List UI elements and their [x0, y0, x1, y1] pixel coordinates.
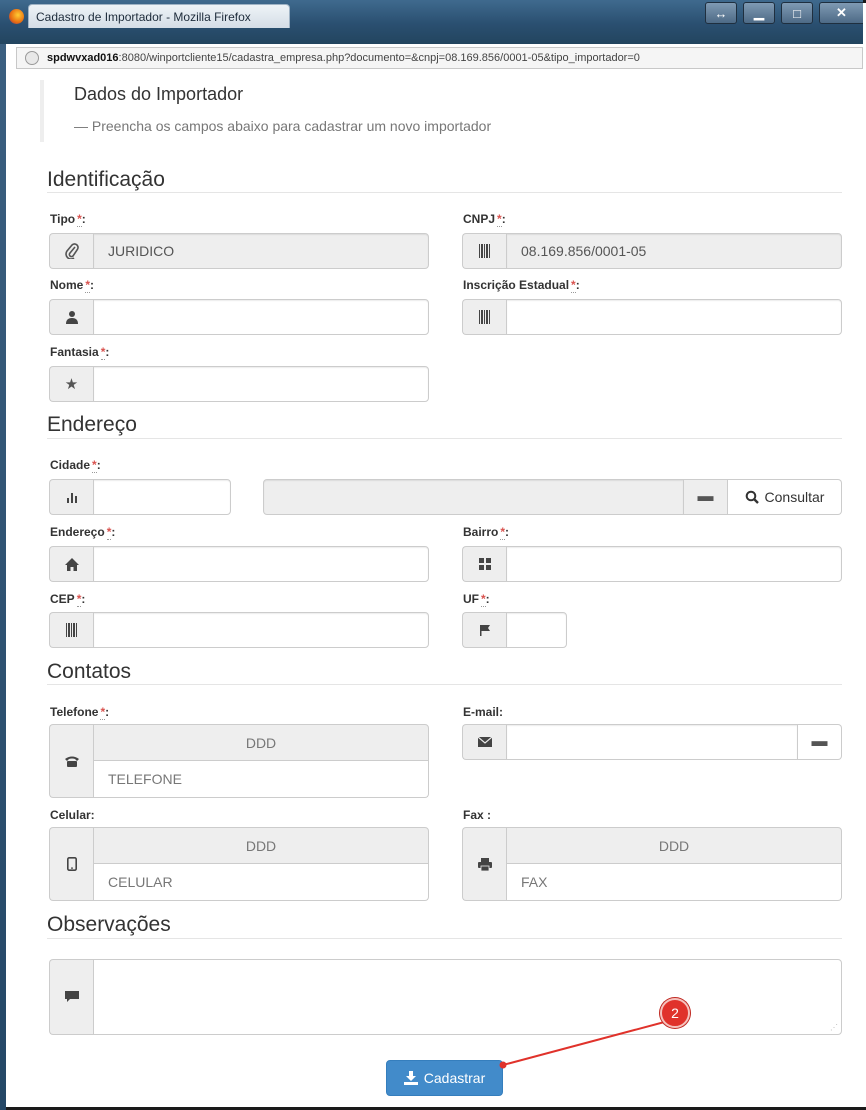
nome-group — [49, 299, 429, 335]
inscricao-group — [462, 299, 842, 335]
label-fantasia: Fantasia *: — [50, 345, 110, 360]
telefone-group: DDD TELEFONE — [49, 724, 429, 798]
comment-icon — [49, 959, 93, 1035]
barcode-icon — [462, 299, 506, 335]
search-icon — [745, 490, 759, 504]
url-host: spdwvxad016 — [47, 52, 119, 64]
divider — [47, 438, 842, 439]
minus-icon[interactable]: ▬ — [798, 724, 842, 760]
divider — [47, 192, 842, 193]
tipo-input[interactable]: JURIDICO — [93, 233, 429, 269]
endereco-input[interactable] — [93, 546, 429, 582]
globe-icon — [25, 51, 39, 65]
observacoes-textarea[interactable]: ⋰ — [93, 959, 842, 1035]
window-title: Cadastro de Importador - Mozilla Firefox — [36, 10, 251, 24]
annotation-badge: 2 — [660, 998, 690, 1028]
cnpj-input[interactable]: 08.169.856/0001-05 — [506, 233, 842, 269]
cadastrar-label: Cadastrar — [423, 1070, 486, 1086]
email-input[interactable] — [506, 724, 798, 760]
url-path: :8080/winportcliente15/cadastra_empresa.… — [118, 52, 640, 64]
consultar-label: Consultar — [764, 489, 825, 505]
url-bar[interactable]: spdwvxad016:8080/winportcliente15/cadast… — [16, 47, 863, 69]
uf-group — [462, 612, 567, 648]
label-nome: Nome *: — [50, 278, 95, 293]
phone-icon — [49, 724, 93, 798]
bairro-group — [462, 546, 842, 582]
label-uf: UF *: — [463, 592, 490, 607]
nome-input[interactable] — [93, 299, 429, 335]
envelope-icon — [462, 724, 506, 760]
resize-grip-icon[interactable]: ⋰ — [830, 1023, 838, 1032]
page-title: Dados do Importador — [74, 84, 244, 104]
celular-ddd-input[interactable]: DDD — [93, 827, 429, 864]
flag-icon — [462, 612, 506, 648]
printer-icon — [462, 827, 506, 901]
label-inscricao: Inscrição Estadual *: — [463, 278, 580, 293]
close-button[interactable]: ✕ — [819, 2, 863, 24]
cnpj-group: 08.169.856/0001-05 — [462, 233, 842, 269]
label-fax: Fax : — [463, 808, 492, 822]
fantasia-input[interactable] — [93, 366, 429, 402]
left-edge — [0, 44, 6, 1110]
celular-group: DDD CELULAR — [49, 827, 429, 901]
fax-input[interactable]: FAX — [506, 864, 842, 901]
celular-input[interactable]: CELULAR — [93, 864, 429, 901]
section-identificacao: Identificação — [47, 168, 165, 191]
divider — [47, 684, 842, 685]
minus-icon[interactable]: ▬ — [684, 479, 728, 515]
grid-icon — [462, 546, 506, 582]
mobile-icon — [49, 827, 93, 901]
cep-input[interactable] — [93, 612, 429, 648]
fax-ddd-input[interactable]: DDD — [506, 827, 842, 864]
label-bairro: Bairro *: — [463, 525, 510, 540]
label-cidade: Cidade *: — [50, 458, 101, 473]
cidade-name-input[interactable] — [263, 479, 684, 515]
barcode-icon — [49, 612, 93, 648]
label-telefone: Telefone *: — [50, 705, 110, 720]
section-observacoes: Observações — [47, 913, 171, 936]
divider — [47, 938, 842, 939]
observacoes-group: ⋰ — [49, 959, 842, 1035]
cep-group — [49, 612, 429, 648]
email-group: ▬ — [462, 724, 842, 760]
uf-input[interactable] — [506, 612, 567, 648]
title-bar: Cadastro de Importador - Mozilla Firefox… — [0, 0, 863, 44]
user-icon — [49, 299, 93, 335]
cadastrar-button[interactable]: Cadastrar — [386, 1060, 503, 1096]
inscricao-input[interactable] — [506, 299, 842, 335]
label-cep: CEP *: — [50, 592, 86, 607]
section-endereco: Endereço — [47, 413, 137, 436]
star-icon: ★ — [49, 366, 93, 402]
label-endereco: Endereço *: — [50, 525, 116, 540]
maximize-button[interactable]: □ — [781, 2, 813, 24]
label-tipo: Tipo *: — [50, 212, 86, 227]
fax-group: DDD FAX — [462, 827, 842, 901]
tipo-group: JURIDICO — [49, 233, 429, 269]
bar-chart-icon — [49, 479, 93, 515]
label-cnpj: CNPJ *: — [463, 212, 506, 227]
telefone-ddd-input[interactable]: DDD — [93, 724, 429, 761]
download-icon — [403, 1071, 418, 1085]
telefone-input[interactable]: TELEFONE — [93, 761, 429, 798]
cidade-name-group: ▬ Consultar — [263, 479, 842, 515]
barcode-icon — [462, 233, 506, 269]
label-email: E-mail: — [463, 705, 504, 719]
paperclip-icon — [49, 233, 93, 269]
section-contatos: Contatos — [47, 660, 132, 683]
minimize-button[interactable]: ▁ — [743, 2, 775, 24]
endereco-group — [49, 546, 429, 582]
cidade-code-group — [49, 479, 231, 515]
fantasia-group: ★ — [49, 366, 429, 402]
bairro-input[interactable] — [506, 546, 842, 582]
label-celular: Celular: — [50, 808, 95, 822]
home-icon — [49, 546, 93, 582]
page-subtitle: — Preencha os campos abaixo para cadastr… — [74, 118, 492, 134]
resize-icon[interactable]: ↔ — [705, 2, 737, 24]
cidade-code-input[interactable] — [93, 479, 231, 515]
consultar-button[interactable]: Consultar — [728, 479, 842, 515]
firefox-icon — [9, 9, 24, 24]
